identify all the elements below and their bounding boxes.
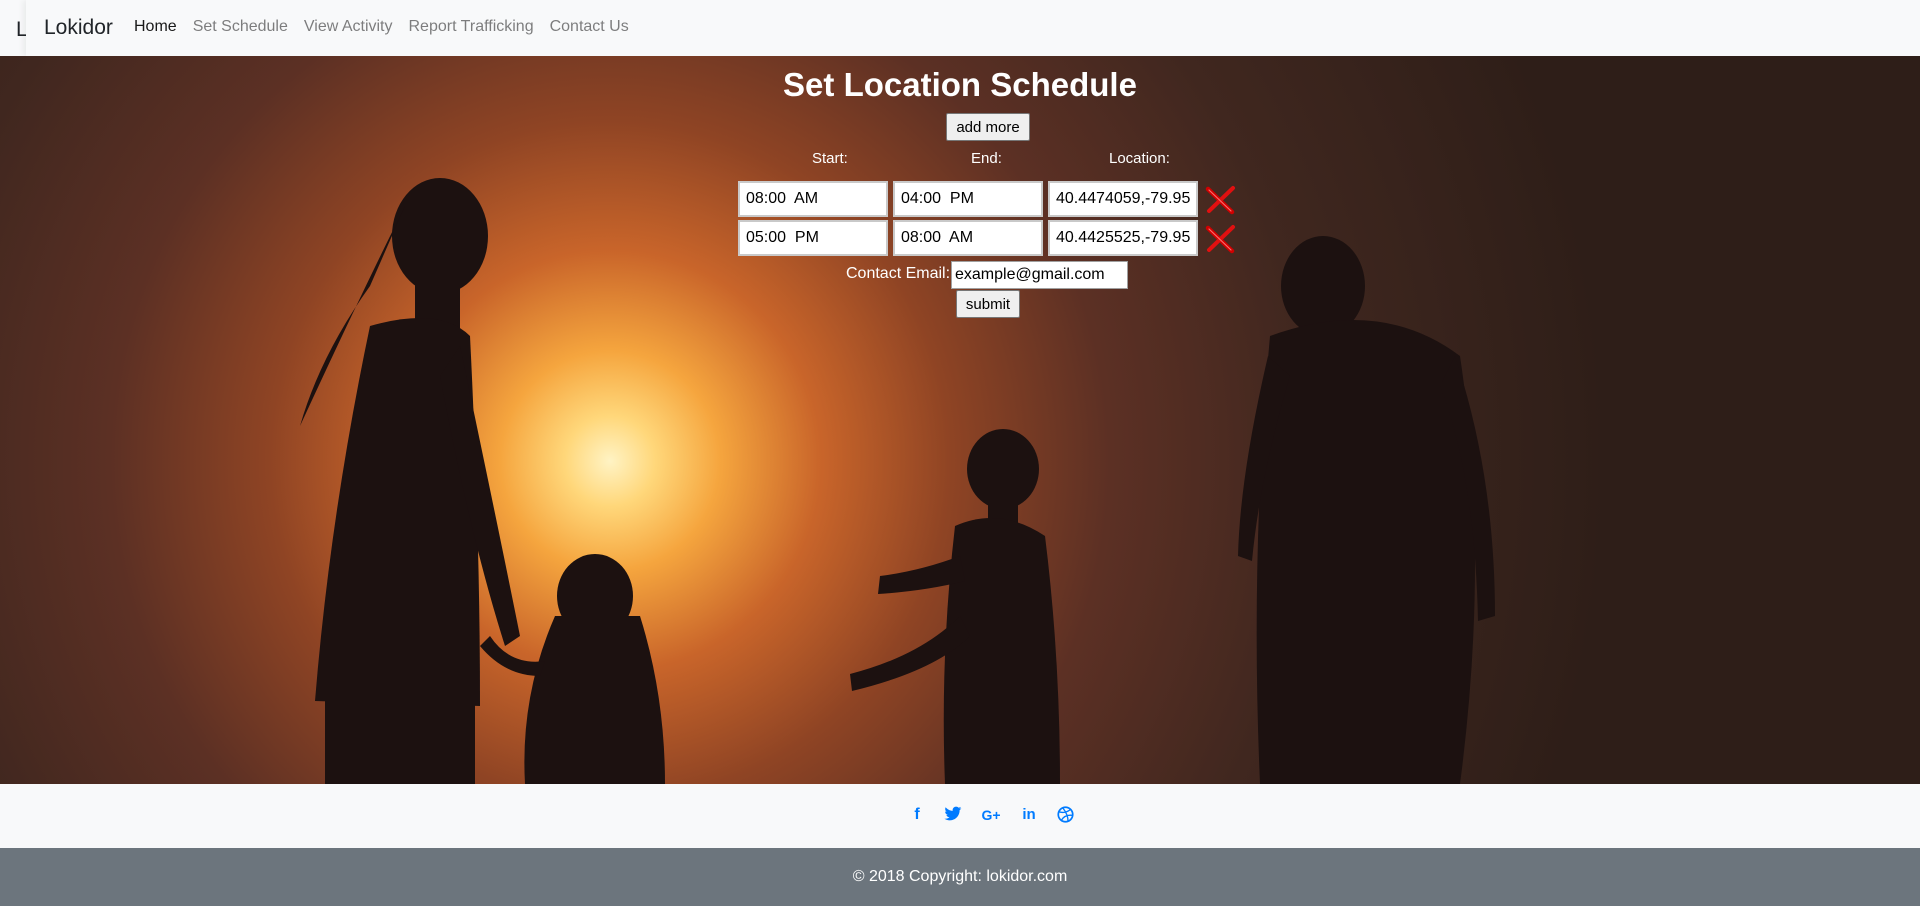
- woman-head: [392, 178, 488, 294]
- family-silhouette-image: [300, 178, 1495, 784]
- navbar: Lo Lokidor Home Set Schedule View Activi…: [0, 0, 1920, 56]
- location-column-label: Location:: [1109, 150, 1170, 167]
- start-time-input-2[interactable]: [738, 220, 888, 256]
- dribbble-icon[interactable]: [1056, 806, 1074, 824]
- brand-logo[interactable]: Lokidor: [44, 16, 113, 40]
- start-time-input-1[interactable]: [738, 181, 888, 217]
- location-input-1[interactable]: [1048, 181, 1198, 217]
- twitter-icon[interactable]: [944, 806, 962, 824]
- facebook-icon[interactable]: f: [908, 806, 926, 824]
- nav-view-activity[interactable]: View Activity: [304, 18, 393, 36]
- contact-email-input[interactable]: [951, 261, 1128, 289]
- nav-set-schedule[interactable]: Set Schedule: [193, 18, 288, 36]
- end-time-input-1[interactable]: [893, 181, 1043, 217]
- end-time-input-2[interactable]: [893, 220, 1043, 256]
- google-plus-icon[interactable]: G+: [980, 806, 1002, 824]
- start-column-label: Start:: [812, 150, 848, 167]
- location-input-2[interactable]: [1048, 220, 1198, 256]
- hero-background: Set Location Schedule add more Start: En…: [0, 56, 1920, 784]
- submit-button[interactable]: submit: [956, 290, 1020, 318]
- nav-links: Home Set Schedule View Activity Report T…: [134, 18, 629, 36]
- social-icons: f G+ in: [908, 806, 1074, 824]
- social-bar: f G+ in: [0, 784, 1920, 848]
- add-more-button[interactable]: add more: [946, 113, 1030, 141]
- nav-home[interactable]: Home: [134, 18, 177, 36]
- copyright-footer: © 2018 Copyright: lokidor.com: [0, 848, 1920, 906]
- page-title: Set Location Schedule: [783, 66, 1137, 103]
- nav-contact-us[interactable]: Contact Us: [550, 18, 629, 36]
- delete-row-icon[interactable]: [1204, 184, 1236, 216]
- linkedin-icon[interactable]: in: [1020, 806, 1038, 824]
- end-column-label: End:: [971, 150, 1002, 167]
- contact-email-label: Contact Email:: [846, 265, 951, 282]
- nav-report-trafficking[interactable]: Report Trafficking: [409, 18, 534, 36]
- delete-row-icon[interactable]: [1204, 223, 1236, 255]
